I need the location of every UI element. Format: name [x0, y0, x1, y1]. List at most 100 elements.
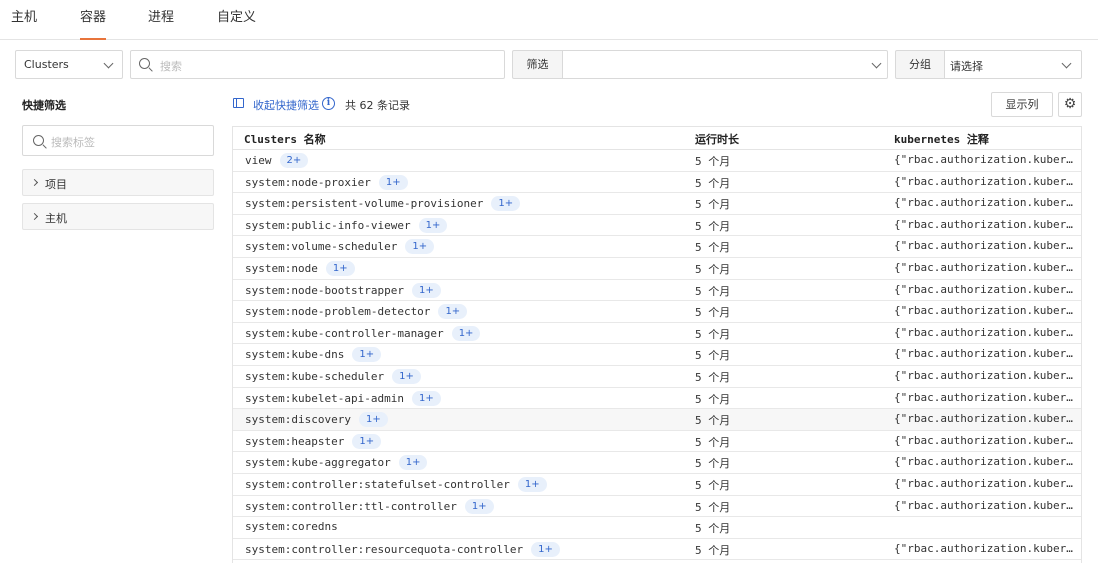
- cluster-name[interactable]: system:kube-controller-manager: [245, 327, 444, 340]
- table-row[interactable]: system:controller:ttl-controller 1+ 5 个月 {"…: [233, 496, 1081, 518]
- annotation-cell: {"rbac.authorization.kubernetes.io/autou…: [894, 369, 1076, 382]
- cluster-name[interactable]: system:kube-dns: [245, 348, 344, 361]
- cluster-name[interactable]: system:heapster: [245, 435, 344, 448]
- annotation-cell: {"rbac.authorization.kubernetes.io/autou…: [894, 433, 1076, 447]
- duration-cell: 5 个月: [695, 543, 731, 557]
- cluster-name[interactable]: system:kube-aggregator: [245, 456, 391, 469]
- cluster-name[interactable]: system:kubelet-api-admin: [245, 392, 404, 405]
- table-row[interactable]: system:heapster 1+ 5 个月 {"rbac.authorizatio…: [233, 431, 1081, 453]
- filter-group-host[interactable]: 主机: [22, 203, 214, 230]
- chevron-down-icon: [103, 58, 114, 69]
- table-row[interactable]: system:volume-scheduler 1+ 5 个月 {"rbac.auth…: [233, 236, 1081, 258]
- table-row[interactable]: system:node-bootstrapper 1+ 5 个月 {"rbac.aut…: [233, 280, 1081, 302]
- filter-group-project[interactable]: 项目: [22, 169, 214, 196]
- cluster-name-cell: system:heapster 1+: [245, 433, 382, 449]
- tag-count-badge[interactable]: 1+: [358, 412, 388, 428]
- cluster-name[interactable]: system:public-info-viewer: [245, 219, 411, 232]
- tag-count-badge[interactable]: 1+: [352, 433, 382, 449]
- table-row[interactable]: view 2+ 5 个月 {"rbac.authorization.kubernete…: [233, 150, 1081, 172]
- cluster-name[interactable]: system:node-problem-detector: [245, 305, 430, 318]
- cluster-name-cell: system:persistent-volume-provisioner 1+: [245, 196, 521, 212]
- search-input[interactable]: 搜索: [130, 50, 505, 79]
- cluster-name[interactable]: system:discovery: [245, 413, 351, 426]
- tab-custom[interactable]: 自定义: [217, 9, 256, 40]
- table-row[interactable]: system:public-info-viewer 1+ 5 个月 {"rbac.au…: [233, 215, 1081, 237]
- scope-select-value: Clusters: [24, 58, 69, 71]
- record-count: 共 62 条记录: [345, 99, 410, 112]
- cluster-name[interactable]: system:node-proxier: [245, 176, 371, 189]
- annotation-cell: {"rbac.authorization.kubernetes.io/autou…: [894, 261, 1076, 274]
- tag-count-badge[interactable]: 1+: [325, 261, 355, 276]
- tag-count-badge[interactable]: 1+: [418, 217, 448, 233]
- group-select[interactable]: 请选择: [944, 50, 1082, 79]
- duration-cell: 5 个月: [695, 349, 731, 363]
- tag-count-badge[interactable]: 1+: [352, 347, 382, 363]
- sidebar-collapse-icon: [233, 98, 244, 108]
- cluster-name[interactable]: system:coredns: [245, 520, 338, 533]
- cluster-name-cell: system:node-problem-detector 1+: [245, 304, 468, 320]
- duration-cell: 5 个月: [695, 500, 731, 514]
- tag-search-input[interactable]: 搜索标签: [22, 125, 214, 156]
- filter-bar: Clusters 搜索 筛选 分组 请选择: [0, 50, 1098, 79]
- table-row[interactable]: system:node-proxier 1+ 5 个月 {"rbac.authoriz…: [233, 172, 1081, 194]
- tag-count-badge[interactable]: 1+: [438, 304, 468, 320]
- tag-count-badge[interactable]: 1+: [517, 477, 547, 492]
- annotation-cell: {"rbac.authorization.kubernetes.io/autou…: [894, 412, 1076, 426]
- cluster-name[interactable]: system:controller:resourcequota-controll…: [245, 543, 523, 556]
- cluster-name-cell: system:controller:statefulset-controller…: [245, 477, 547, 492]
- cluster-name[interactable]: system:persistent-volume-provisioner: [245, 197, 483, 210]
- tag-count-badge[interactable]: 1+: [464, 498, 494, 514]
- tab-process[interactable]: 进程: [148, 9, 174, 40]
- cluster-name[interactable]: system:node: [245, 262, 318, 275]
- tag-count-badge[interactable]: 1+: [411, 390, 441, 406]
- column-header-name[interactable]: Clusters 名称: [244, 131, 326, 147]
- table-row[interactable]: system:kube-dns 1+ 5 个月 {"rbac.authorizatio…: [233, 344, 1081, 366]
- tag-count-badge[interactable]: 1+: [378, 174, 408, 190]
- tag-count-badge[interactable]: 1+: [398, 455, 428, 471]
- cluster-name[interactable]: system:controller:ttl-controller: [245, 500, 457, 513]
- table-row[interactable]: system:kube-scheduler 1+ 5 个月 {"rbac.author…: [233, 366, 1081, 388]
- tab-host[interactable]: 主机: [11, 9, 37, 40]
- table-row[interactable]: system:persistent-volume-provisioner 1+ 5 …: [233, 193, 1081, 215]
- scope-select[interactable]: Clusters: [15, 50, 123, 79]
- filter-label: 筛选: [512, 50, 563, 79]
- table-row[interactable]: system:discovery 1+ 5 个月 {"rbac.authorizati…: [233, 409, 1081, 431]
- table-header: Clusters 名称 运行时长 kubernetes 注释: [233, 127, 1081, 150]
- table-row[interactable]: system:kubelet-api-admin 1+ 5 个月 {"rbac.aut…: [233, 388, 1081, 410]
- tag-count-badge[interactable]: 1+: [531, 541, 560, 557]
- annotation-cell: {"rbac.authorization.kubernetes.io/autou…: [894, 196, 1076, 210]
- table-row[interactable]: system:node-problem-detector 1+ 5 个月 {"rbac…: [233, 301, 1081, 323]
- annotation-cell: {"rbac.authorization.kubernetes.io/autou…: [894, 477, 1076, 490]
- show-columns-button[interactable]: 显示列: [991, 92, 1053, 117]
- duration-cell: 5 个月: [695, 327, 731, 341]
- column-header-duration[interactable]: 运行时长: [695, 131, 739, 147]
- settings-button[interactable]: ⚙: [1058, 92, 1082, 117]
- table-row[interactable]: system:controller:statefulset-controller…: [233, 474, 1081, 496]
- cluster-name[interactable]: system:volume-scheduler: [245, 240, 397, 253]
- cluster-name[interactable]: system:node-bootstrapper: [245, 284, 404, 297]
- tag-count-badge[interactable]: 1+: [491, 196, 521, 212]
- table-row[interactable]: system:node 1+ 5 个月 {"rbac.authorization.ku…: [233, 258, 1081, 280]
- cluster-name-cell: system:kube-aggregator 1+: [245, 455, 428, 471]
- tag-count-badge[interactable]: 1+: [451, 325, 481, 341]
- table-row[interactable]: system:controller:resourcequota-controll…: [233, 539, 1081, 561]
- duration-cell: 5 个月: [695, 219, 731, 233]
- cluster-name-cell: system:coredns: [245, 520, 338, 533]
- filter-select[interactable]: [562, 50, 888, 79]
- cluster-name[interactable]: view: [245, 154, 272, 167]
- tag-count-badge[interactable]: 2+: [279, 153, 309, 168]
- table-row[interactable]: system:kube-aggregator 1+ 5 个月 {"rbac.autho…: [233, 452, 1081, 474]
- group-label: 分组: [895, 50, 945, 79]
- column-header-annotation[interactable]: kubernetes 注释: [894, 131, 989, 147]
- cluster-name[interactable]: system:kube-scheduler: [245, 370, 384, 383]
- table-row[interactable]: system:kube-controller-manager 1+ 5 个月 {"rb…: [233, 323, 1081, 345]
- cluster-name[interactable]: system:controller:statefulset-controller: [245, 478, 510, 491]
- tab-container[interactable]: 容器: [80, 9, 107, 40]
- group-select-placeholder: 请选择: [950, 60, 983, 73]
- tag-count-badge[interactable]: 1+: [411, 282, 441, 298]
- tag-count-badge[interactable]: 1+: [392, 369, 421, 384]
- table-row[interactable]: system:coredns 5 个月: [233, 517, 1081, 539]
- tag-count-badge[interactable]: 1+: [405, 239, 435, 255]
- search-placeholder: 搜索: [160, 60, 182, 73]
- info-icon[interactable]: i: [322, 97, 335, 110]
